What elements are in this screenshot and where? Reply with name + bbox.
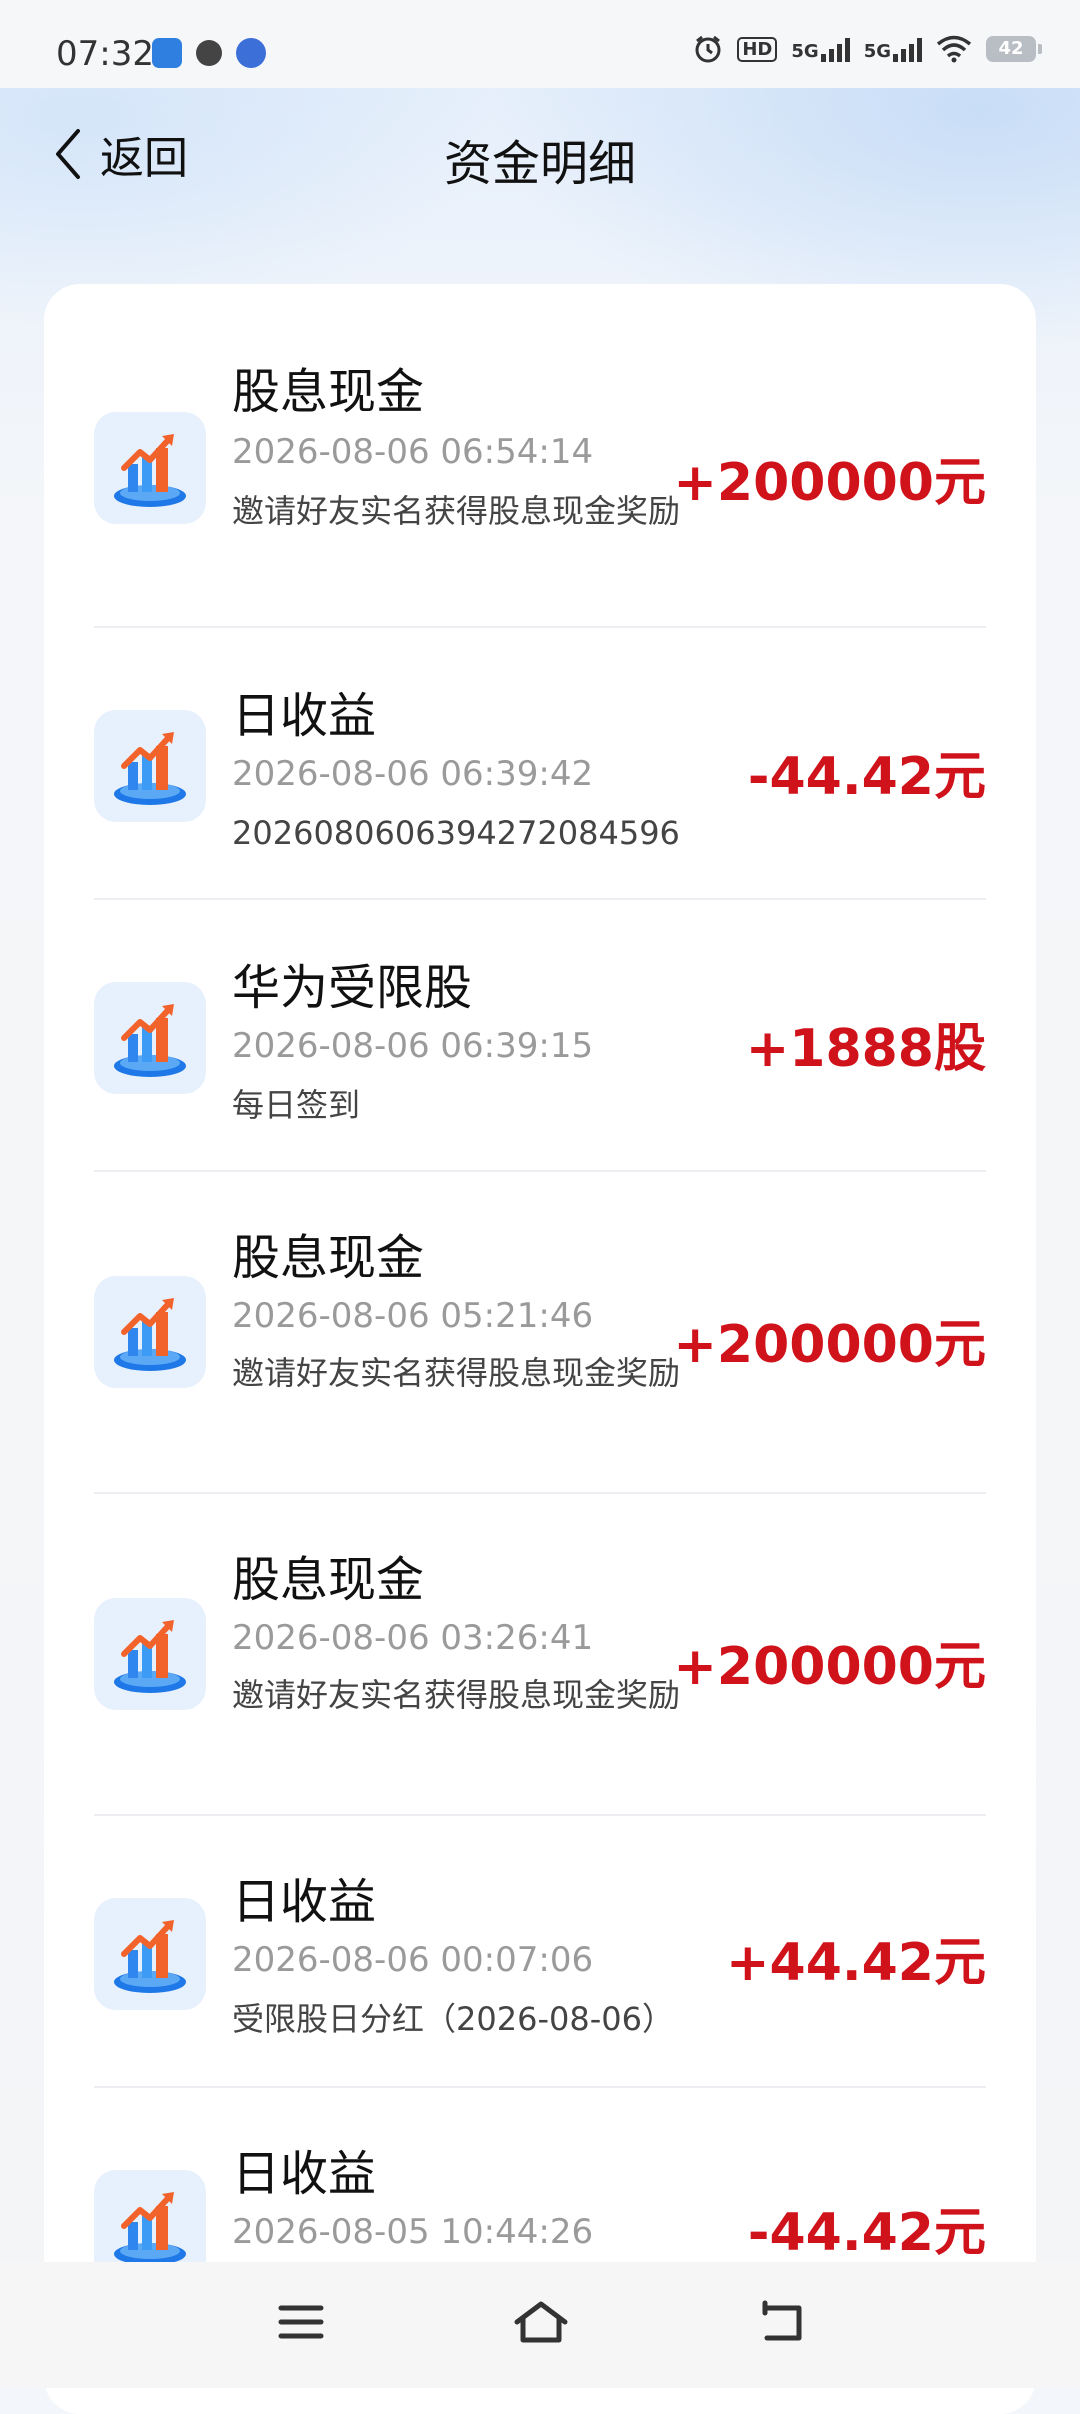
record-amount: +44.42元 xyxy=(725,1933,986,1993)
record-title: 股息现金 xyxy=(232,364,425,420)
record-title: 日收益 xyxy=(232,688,377,744)
stock-chart-icon xyxy=(94,1898,206,2010)
menu-button[interactable] xyxy=(266,2292,336,2352)
record-title: 股息现金 xyxy=(232,1552,425,1608)
record-row[interactable]: 日收益 2026-08-06 00:07:06 受限股日分红（2026-08-0… xyxy=(94,1814,986,2088)
record-time: 2026-08-06 06:39:42 xyxy=(232,754,594,794)
browser-icon xyxy=(236,38,266,68)
alarm-icon xyxy=(695,35,721,63)
record-time: 2026-08-06 00:07:06 xyxy=(232,1940,594,1980)
record-amount: +200000元 xyxy=(673,1315,986,1375)
home-button[interactable] xyxy=(506,2292,576,2352)
network-5g-2: 5G xyxy=(864,36,922,62)
stock-chart-icon xyxy=(94,710,206,822)
back-nav-button[interactable] xyxy=(746,2292,816,2352)
signal-icon xyxy=(893,36,922,62)
record-amount: +200000元 xyxy=(673,453,986,513)
wifi-icon xyxy=(936,35,972,63)
menu-icon xyxy=(278,2305,324,2339)
record-amount: +200000元 xyxy=(673,1637,986,1697)
record-title: 股息现金 xyxy=(232,1230,425,1286)
record-time: 2026-08-05 10:44:26 xyxy=(232,2212,594,2252)
record-time: 2026-08-06 06:54:14 xyxy=(232,432,594,472)
notification-icons xyxy=(152,38,266,68)
record-row[interactable]: 华为受限股 2026-08-06 06:39:15 每日签到 +1888股 xyxy=(94,898,986,1172)
record-row[interactable]: 日收益 2026-08-06 06:39:42 2026080606394272… xyxy=(94,626,986,900)
page-title: 资金明细 xyxy=(443,136,636,192)
record-title: 华为受限股 xyxy=(232,960,473,1016)
record-amount: -44.42元 xyxy=(747,747,986,807)
record-desc: 邀请好友实名获得股息现金奖励 xyxy=(232,1676,681,1714)
network-label-1: 5G xyxy=(791,41,819,62)
record-amount: -44.42元 xyxy=(747,2203,986,2263)
home-icon xyxy=(514,2301,568,2343)
record-desc: 20260806063942720845​96 xyxy=(232,814,680,852)
record-time: 2026-08-06 06:39:15 xyxy=(232,1026,594,1066)
system-nav-bar xyxy=(0,2262,1080,2388)
battery-icon: 42 xyxy=(986,36,1042,62)
record-row[interactable]: 股息现金 2026-08-06 05:21:46 邀请好友实名获得股息现金奖励 … xyxy=(94,1170,986,1494)
record-desc: 邀请好友实名获得股息现金奖励 xyxy=(232,1354,681,1392)
stock-chart-icon xyxy=(94,412,206,524)
record-desc: 受限股日分红（2026-08-06） xyxy=(232,2000,674,2038)
back-icon xyxy=(762,2300,802,2341)
record-row[interactable]: 股息现金 2026-08-06 03:26:41 邀请好友实名获得股息现金奖励 … xyxy=(94,1492,986,1816)
header: 返回 资金明细 xyxy=(0,88,1080,218)
status-time: 07:32 xyxy=(56,34,154,74)
status-bar: 07:32 HD 5G 5G 42 xyxy=(0,0,1080,88)
record-amount: +1888股 xyxy=(745,1019,986,1079)
record-time: 2026-08-06 05:21:46 xyxy=(232,1296,594,1336)
stock-chart-icon xyxy=(94,982,206,1094)
message-icon xyxy=(196,40,222,66)
network-label-2: 5G xyxy=(863,41,891,62)
record-title: 日收益 xyxy=(232,2146,377,2202)
app-notification-icon xyxy=(152,38,182,68)
record-title: 日收益 xyxy=(232,1874,377,1930)
stock-chart-icon xyxy=(94,1276,206,1388)
stock-chart-icon xyxy=(94,1598,206,1710)
status-right: HD 5G 5G 42 xyxy=(693,34,1042,64)
record-desc: 邀请好友实名获得股息现金奖励 xyxy=(232,492,681,530)
record-row[interactable]: 股息现金 2026-08-06 06:54:14 邀请好友实名获得股息现金奖励 … xyxy=(94,284,986,628)
hd-icon: HD xyxy=(737,36,778,62)
record-time: 2026-08-06 03:26:41 xyxy=(232,1618,594,1658)
network-5g-1: 5G xyxy=(791,36,850,62)
signal-icon xyxy=(820,36,850,62)
records-card: 股息现金 2026-08-06 06:54:14 邀请好友实名获得股息现金奖励 … xyxy=(44,284,1036,2414)
record-desc: 每日签到 xyxy=(232,1086,361,1124)
